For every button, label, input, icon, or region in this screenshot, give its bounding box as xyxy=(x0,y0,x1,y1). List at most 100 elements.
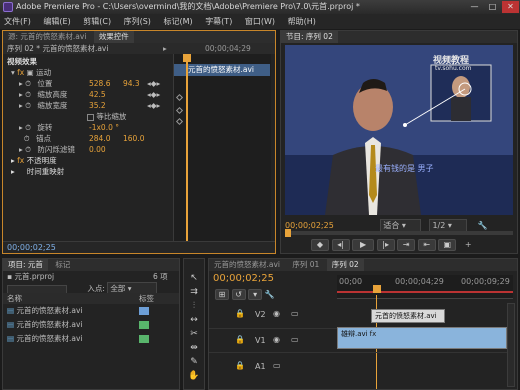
lock-icon[interactable]: 🔒 xyxy=(235,361,245,370)
hand-tool-icon[interactable]: ✋ xyxy=(184,369,204,383)
program-playhead[interactable] xyxy=(285,229,291,237)
play-button[interactable]: ▶ xyxy=(352,239,375,251)
watermark-url: tv.sohu.com xyxy=(435,65,472,72)
list-item[interactable]: ▤ 元首的愤怒素材.avi xyxy=(3,304,179,318)
sync-lock-icon[interactable]: ▭ xyxy=(291,309,299,318)
ruler-timecode: 00;00;04;29 xyxy=(205,44,251,53)
snap-icon[interactable]: ⊞ xyxy=(215,289,229,300)
track-name: V1 xyxy=(255,336,266,345)
tab-markers[interactable]: 标记 xyxy=(50,259,75,271)
expand-time-remap-icon[interactable]: ▸ xyxy=(11,167,24,176)
pen-tool-icon[interactable]: ✎ xyxy=(184,355,204,369)
menu-edit[interactable]: 编辑(E) xyxy=(43,17,70,26)
expand-scale-width-icon[interactable]: ▸ ⏱ xyxy=(19,101,31,110)
expand-opacity-icon[interactable]: ▸ xyxy=(11,156,15,165)
tab-project[interactable]: 项目: 元首 xyxy=(3,259,48,271)
timeline-playhead-handle[interactable] xyxy=(373,285,381,293)
program-video-frame[interactable]: 最有钱的是 男子 视频教程 tv.sohu.com xyxy=(285,45,513,215)
project-name: 元首.prproj xyxy=(14,272,55,281)
program-timecode[interactable]: 00;00;02;25 xyxy=(285,221,334,230)
eye-icon[interactable]: ◉ xyxy=(273,309,280,318)
anchor-y-value[interactable]: 160.0 xyxy=(123,133,144,144)
lock-icon[interactable]: 🔒 xyxy=(235,309,245,318)
position-x-value[interactable]: 528.6 xyxy=(89,78,110,89)
keyframe-nav-icon[interactable]: ◂◆▸ xyxy=(147,78,160,89)
video-subtitle: 最有钱的是 男子 xyxy=(375,164,434,173)
position-y-value[interactable]: 94.3 xyxy=(123,78,140,89)
expand-motion-icon[interactable]: ▾ xyxy=(11,68,15,77)
anchor-stopwatch-icon[interactable]: ⏱ xyxy=(19,134,30,143)
anchor-x-value[interactable]: 284.0 xyxy=(89,133,110,144)
maximize-button[interactable]: □ xyxy=(484,1,501,13)
razor-tool-icon[interactable]: ✂ xyxy=(184,327,204,341)
track-select-tool-icon[interactable]: ⇉ xyxy=(184,285,204,299)
effect-playhead-handle[interactable] xyxy=(183,54,191,62)
add-marker-icon[interactable]: ▾ xyxy=(248,289,263,300)
step-back-button[interactable]: ◂| xyxy=(331,239,350,251)
quality-value: 1/2 xyxy=(432,221,446,230)
timeline-ruler[interactable]: 00;00 00;00;04;29 00;00;09;29 xyxy=(337,275,513,299)
property-label: 缩放宽度 xyxy=(37,101,68,110)
tab-program[interactable]: 节目: 序列 02 xyxy=(281,31,338,43)
item-count: 6 项 xyxy=(153,272,168,281)
list-item[interactable]: ▤ 元首的愤怒素材.avi xyxy=(3,318,179,332)
wrench-icon[interactable]: 🔧 xyxy=(477,221,487,230)
mute-icon[interactable]: ▭ xyxy=(273,361,281,370)
lift-button[interactable]: ⇥ xyxy=(397,239,416,251)
effect-clip-bar[interactable]: 元首的愤怒素材.avi xyxy=(174,64,270,76)
program-scrub-bar[interactable] xyxy=(285,229,513,237)
menu-help[interactable]: 帮助(H) xyxy=(288,17,316,26)
slip-tool-icon[interactable]: ⇹ xyxy=(184,341,204,355)
keyframe-nav-icon[interactable]: ◂◆▸ xyxy=(147,100,160,111)
timeline-timecode[interactable]: 00;00;02;25 xyxy=(213,273,274,284)
menu-file[interactable]: 文件(F) xyxy=(4,17,31,26)
linked-selection-icon[interactable]: ↺ xyxy=(231,289,246,300)
uniform-scale-checkbox[interactable] xyxy=(87,113,94,121)
expand-flicker-icon[interactable]: ▸ ⏱ xyxy=(19,145,31,154)
rotation-value[interactable]: -1x0.0 ° xyxy=(89,122,119,133)
menu-marker[interactable]: 标记(M) xyxy=(163,17,192,26)
effect-current-time[interactable]: 00;00;02;25 xyxy=(7,243,56,252)
tab-effect-controls[interactable]: 效果控件 xyxy=(93,31,134,43)
tab-timeline-clip[interactable]: 元首的愤怒素材.avi xyxy=(209,259,285,271)
minimize-button[interactable]: — xyxy=(466,1,483,13)
menu-clip[interactable]: 剪辑(C) xyxy=(83,17,111,26)
expand-scale-height-icon[interactable]: ▸ ⏱ xyxy=(19,90,31,99)
column-label[interactable]: 标签 xyxy=(139,293,154,304)
close-button[interactable]: ✕ xyxy=(502,1,519,13)
menu-title[interactable]: 字幕(T) xyxy=(205,17,232,26)
expand-rotation-icon[interactable]: ▸ ⏱ xyxy=(19,123,31,132)
lock-icon[interactable]: 🔒 xyxy=(235,335,245,344)
menu-sequence[interactable]: 序列(S) xyxy=(124,17,151,26)
keyframe-nav-icon[interactable]: ◂◆▸ xyxy=(147,89,160,100)
rate-stretch-tool-icon[interactable]: ↔ xyxy=(184,313,204,327)
menu-window[interactable]: 窗口(W) xyxy=(245,17,275,26)
flicker-value[interactable]: 0.00 xyxy=(89,144,106,155)
eye-icon[interactable]: ◉ xyxy=(273,335,280,344)
mark-in-button[interactable]: ◆ xyxy=(311,239,329,251)
tab-sequence-01[interactable]: 序列 01 xyxy=(287,259,324,271)
tab-sequence-02[interactable]: 序列 02 xyxy=(326,259,364,271)
effect-controls-footer: 00;00;02;25 xyxy=(3,241,275,253)
ripple-edit-tool-icon[interactable]: ⫶ xyxy=(184,299,204,313)
sync-lock-icon[interactable]: ▭ xyxy=(291,335,299,344)
add-button[interactable]: + xyxy=(465,240,472,249)
expand-arrow-icon[interactable]: ▸ xyxy=(163,43,167,54)
work-area-bar[interactable] xyxy=(337,291,513,293)
project-name-row: ▪ 元首.prproj 6 项 xyxy=(3,271,179,282)
tab-source[interactable]: 源: 元首的愤怒素材.avi xyxy=(3,31,91,43)
scale-height-value[interactable]: 42.5 xyxy=(89,89,106,100)
step-forward-button[interactable]: |▸ xyxy=(376,239,395,251)
timeline-clip-v1[interactable]: 雄辩.avi fx xyxy=(337,327,507,349)
settings-icon[interactable]: 🔧 xyxy=(265,290,275,299)
column-name[interactable]: 名称 xyxy=(7,294,22,303)
list-item[interactable]: ▤ 元首的愤怒素材.avi xyxy=(3,332,179,346)
expand-position-icon[interactable]: ▸ ⏱ xyxy=(19,79,31,88)
scale-width-value[interactable]: 35.2 xyxy=(89,100,106,111)
timeline-clip-v2[interactable]: 元首的愤怒素材.avi xyxy=(371,309,445,323)
program-monitor-panel: 节目: 序列 02 最有钱的是 男子 视频教程 tv.sohu.com 00;0… xyxy=(280,30,518,254)
selection-tool-icon[interactable]: ↖ xyxy=(184,271,204,285)
extract-button[interactable]: ⇤ xyxy=(417,239,436,251)
timeline-scrollbar[interactable] xyxy=(507,303,515,387)
export-frame-button[interactable]: ▣ xyxy=(438,239,457,251)
